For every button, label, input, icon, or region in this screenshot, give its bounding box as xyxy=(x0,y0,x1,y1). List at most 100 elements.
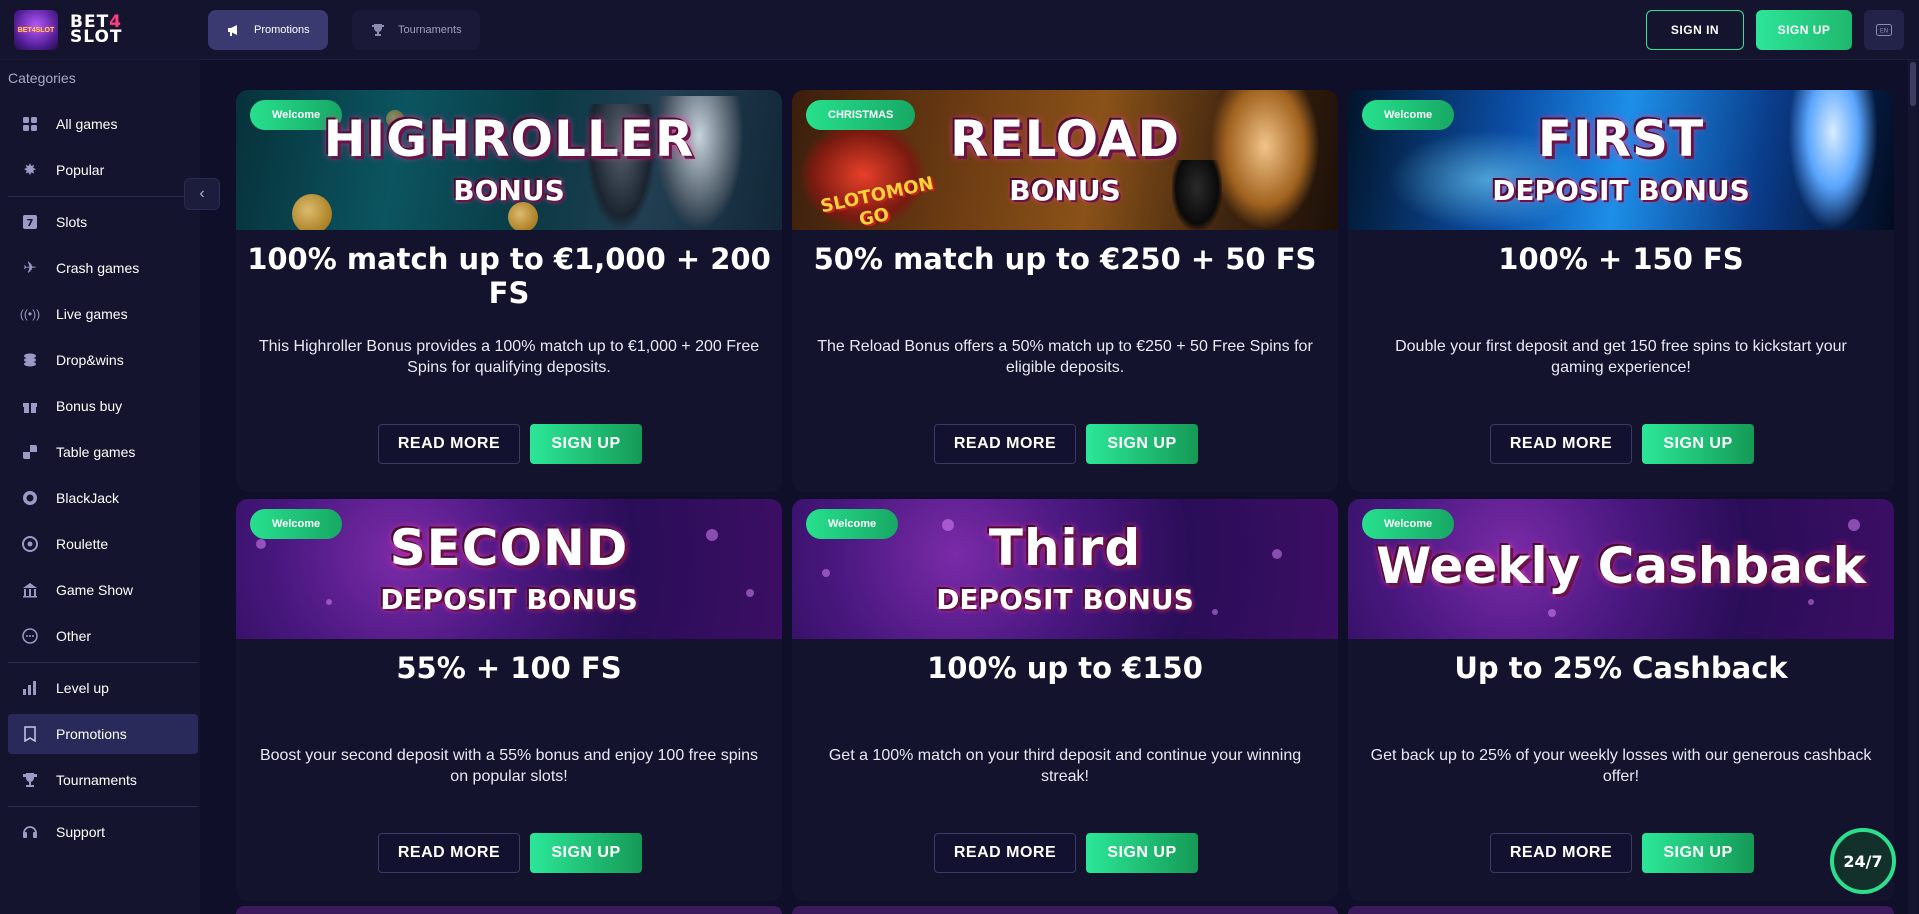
sidebar-item-label: Crash games xyxy=(56,260,140,276)
sidebar-item-label: Popular xyxy=(56,162,105,178)
promo-description: Boost your second deposit with a 55% bon… xyxy=(259,747,759,785)
read-more-button[interactable]: READ MORE xyxy=(1490,424,1632,464)
svg-text:EN: EN xyxy=(1880,28,1888,35)
plane-icon: ✈ xyxy=(23,260,37,277)
promo-banner-title: SECOND xyxy=(389,519,629,577)
sidebar-item-label: Promotions xyxy=(56,726,127,742)
slot-seven-icon: 7 xyxy=(20,212,40,232)
promo-card-peek xyxy=(792,906,1338,914)
sidebar-item-level-up[interactable]: Level up xyxy=(8,668,198,708)
sidebar-item-tournaments[interactable]: Tournaments xyxy=(8,760,198,800)
logo-badge: BET4SLOT xyxy=(14,10,58,50)
sidebar-item-popular[interactable]: ✸ Popular xyxy=(8,150,198,190)
promo-banner-title: FIRST xyxy=(1537,110,1705,168)
sign-up-button[interactable]: SIGN UP xyxy=(1642,424,1754,464)
promo-headline: 100% + 150 FS xyxy=(1498,242,1744,276)
sign-up-button[interactable]: SIGN UP xyxy=(1086,833,1198,873)
promo-card-highroller: Welcome HIGHROLLER BONUS 100% match up t… xyxy=(236,90,782,492)
tab-tournaments-label: Tournaments xyxy=(398,24,462,36)
sidebar-item-label: Live games xyxy=(56,306,128,322)
sign-up-button[interactable]: SIGN UP xyxy=(530,833,642,873)
level-bars-icon xyxy=(20,678,40,698)
gift-icon xyxy=(20,396,40,416)
collapse-sidebar-chevron-left-icon[interactable]: ‹ xyxy=(184,178,220,210)
promo-banner-subtitle: BONUS xyxy=(453,174,565,207)
roulette-icon xyxy=(20,534,40,554)
read-more-button[interactable]: READ MORE xyxy=(934,833,1076,873)
sidebar-item-bonus-buy[interactable]: Bonus buy xyxy=(8,386,198,426)
sidebar-divider xyxy=(8,662,198,663)
promo-banner-title: Weekly Cashback xyxy=(1376,537,1866,595)
sidebar-item-game-show[interactable]: Game Show xyxy=(8,570,198,610)
promo-card-second-deposit: Welcome SECOND DEPOSIT BONUS 55% + 100 F… xyxy=(236,499,782,901)
logo-wordmark: BET4 SLOT xyxy=(70,14,123,47)
promo-banner-title: RELOAD xyxy=(949,110,1181,168)
promo-description: Get a 100% match on your third deposit a… xyxy=(828,747,1302,785)
promo-headline: 50% match up to €250 + 50 FS xyxy=(813,242,1317,276)
promo-description: This Highroller Bonus provides a 100% ma… xyxy=(258,338,760,376)
coins-icon xyxy=(20,350,40,370)
logo[interactable]: BET4SLOT BET4 SLOT xyxy=(14,8,168,52)
promo-banner-title: HIGHROLLER xyxy=(323,110,695,168)
sign-in-button[interactable]: SIGN IN xyxy=(1646,10,1744,50)
top-bar: BET4SLOT BET4 SLOT Promotions Tournament… xyxy=(0,0,1919,60)
scrollbar-thumb[interactable] xyxy=(1910,62,1916,106)
read-more-button[interactable]: READ MORE xyxy=(378,424,520,464)
promo-card-weekly-cashback: Welcome Weekly Cashback Up to 25% Cashba… xyxy=(1348,499,1894,901)
sidebar-item-table-games[interactable]: Table games xyxy=(8,432,198,472)
promo-banner-subtitle: DEPOSIT BONUS xyxy=(380,583,638,616)
sign-up-button[interactable]: SIGN UP xyxy=(1642,833,1754,873)
promo-banner: Welcome Third DEPOSIT BONUS xyxy=(792,499,1338,639)
language-icon[interactable]: EN xyxy=(1864,10,1904,50)
sidebar-item-promotions[interactable]: Promotions xyxy=(8,714,198,754)
sidebar-item-blackjack[interactable]: BlackJack xyxy=(8,478,198,518)
ellipsis-icon xyxy=(20,626,40,646)
tab-tournaments[interactable]: Tournaments xyxy=(352,10,480,50)
categories-title: Categories xyxy=(8,70,76,86)
tab-promotions[interactable]: Promotions xyxy=(208,10,328,50)
sidebar-item-label: Support xyxy=(56,824,106,840)
scrollbar[interactable] xyxy=(1908,60,1918,914)
promo-headline: 55% + 100 FS xyxy=(396,651,622,685)
sidebar-item-label: Drop&wins xyxy=(56,352,124,368)
sidebar-item-slots[interactable]: 7 Slots xyxy=(8,202,198,242)
sidebar-item-live-games[interactable]: ((•)) Live games xyxy=(8,294,198,334)
megaphone-icon xyxy=(226,22,242,38)
sidebar-item-other[interactable]: Other xyxy=(8,616,198,656)
sidebar: Categories All games ✸ Popular 7 Slots ✈… xyxy=(0,60,200,914)
sidebar-item-all-games[interactable]: All games xyxy=(8,104,198,144)
promo-card-peek xyxy=(1348,906,1894,914)
promo-card-reload: SLOTOMON GO CHRISTMAS RELOAD BONUS 50% m… xyxy=(792,90,1338,492)
sidebar-item-roulette[interactable]: Roulette xyxy=(8,524,198,564)
promo-banner: Welcome FIRST DEPOSIT BONUS xyxy=(1348,90,1894,230)
promo-banner: SLOTOMON GO CHRISTMAS RELOAD BONUS xyxy=(792,90,1338,230)
promo-description: Get back up to 25% of your weekly losses… xyxy=(1370,747,1872,785)
promo-banner-subtitle: BONUS xyxy=(1009,174,1121,207)
grid-icon xyxy=(20,114,40,134)
logo-badge-text: BET4SLOT xyxy=(17,26,55,34)
sign-up-button[interactable]: SIGN UP xyxy=(530,424,642,464)
read-more-button[interactable]: READ MORE xyxy=(1490,833,1632,873)
stage-icon xyxy=(20,580,40,600)
promo-card-peek xyxy=(236,906,782,914)
sidebar-item-crash-games[interactable]: ✈ Crash games xyxy=(8,248,198,288)
live-chat-button[interactable]: 24/7 xyxy=(1830,828,1896,894)
sidebar-item-label: Bonus buy xyxy=(56,398,123,414)
trophy-icon xyxy=(20,770,40,790)
promo-description: The Reload Bonus offers a 50% match up t… xyxy=(817,338,1313,376)
sidebar-item-label: BlackJack xyxy=(56,490,120,506)
headset-icon xyxy=(20,822,40,842)
sidebar-item-support[interactable]: Support xyxy=(8,812,198,852)
promo-card-third-deposit: Welcome Third DEPOSIT BONUS 100% up to €… xyxy=(792,499,1338,901)
sidebar-item-dropwins[interactable]: Drop&wins xyxy=(8,340,198,380)
promo-banner: Welcome HIGHROLLER BONUS xyxy=(236,90,782,230)
trophy-icon xyxy=(370,22,386,38)
read-more-button[interactable]: READ MORE xyxy=(934,424,1076,464)
logo-text-slot: SLOT xyxy=(70,27,123,47)
sidebar-divider xyxy=(8,806,198,807)
star-burst-icon: ✸ xyxy=(23,162,37,179)
promo-banner-subtitle: DEPOSIT BONUS xyxy=(936,583,1194,616)
sign-up-button[interactable]: SIGN UP xyxy=(1086,424,1198,464)
sign-up-button[interactable]: SIGN UP xyxy=(1756,10,1852,50)
read-more-button[interactable]: READ MORE xyxy=(378,833,520,873)
